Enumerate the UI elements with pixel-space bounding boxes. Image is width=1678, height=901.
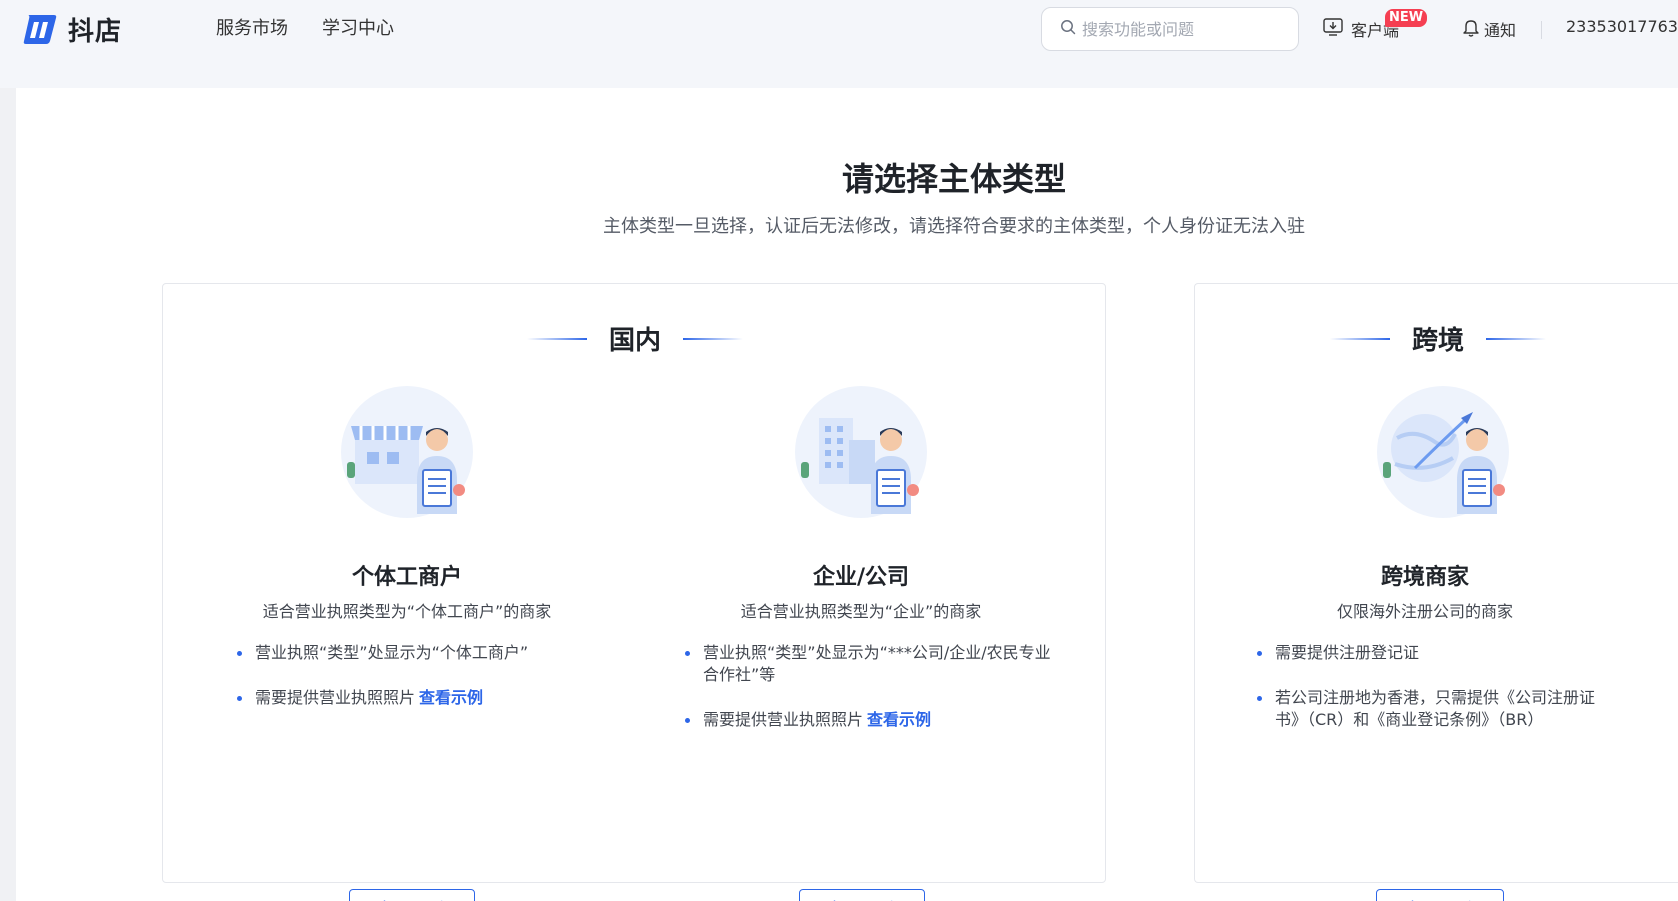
card-bullets: 营业执照“类型”处显示为“个体工商户” 需要提供营业执照照片 查看示例	[237, 642, 617, 732]
list-item: 需要提供营业执照照片 查看示例	[685, 709, 1057, 731]
main-content: 请选择主体类型 主体类型一旦选择，认证后无法修改，请选择符合要求的主体类型，个人…	[16, 88, 1678, 901]
heading-line-right	[1486, 337, 1547, 340]
card-title: 跨境商家	[1380, 565, 1469, 590]
download-icon	[1323, 18, 1343, 40]
notify-label: 通知	[1484, 21, 1517, 40]
domestic-heading-text: 国内	[609, 326, 662, 356]
search-box[interactable]	[1041, 7, 1299, 51]
card-title: 个体工商户	[351, 565, 462, 590]
nav-item-service-market[interactable]: 服务市场	[216, 16, 288, 42]
page-title: 请选择主体类型	[841, 160, 1066, 198]
card-title: 企业/公司	[812, 565, 910, 590]
card-subtitle: 仅限海外注册公司的商家	[1336, 602, 1513, 621]
view-example-link[interactable]: 查看示例	[867, 710, 931, 729]
list-item: 营业执照“类型”处显示为“***公司/企业/农民专业合作社”等	[685, 642, 1057, 686]
enter-button-individual[interactable]: 立即入驻	[349, 889, 475, 901]
domestic-heading: 国内	[527, 320, 744, 357]
top-bar: 抖店 服务市场 学习中心 客户端 NEW 通知 23353017763	[0, 0, 1678, 88]
heading-line-left	[527, 337, 587, 340]
page-subtitle: 主体类型一旦选择，认证后无法修改，请选择符合要求的主体类型，个人身份证无法入驻	[603, 216, 1305, 237]
left-gutter	[0, 0, 16, 901]
new-badge: NEW	[1385, 9, 1428, 27]
card-bullets: 营业执照“类型”处显示为“***公司/企业/农民专业合作社”等 需要提供营业执照…	[685, 642, 1057, 754]
nav-item-learning-center[interactable]: 学习中心	[322, 16, 394, 42]
heading-line-right	[683, 337, 744, 340]
account-id[interactable]: 23353017763	[1566, 17, 1678, 36]
card-bullets: 需要提供注册登记证 若公司注册地为香港，只需提供《公司注册证书》（CR）和《商业…	[1257, 642, 1627, 754]
cross-border-heading-text: 跨境	[1412, 326, 1465, 356]
enter-button-cross-border[interactable]: 立即入驻	[1376, 889, 1504, 901]
bell-icon	[1462, 18, 1480, 41]
client-download[interactable]: 客户端 NEW	[1323, 9, 1428, 41]
view-example-link[interactable]: 查看示例	[419, 688, 483, 707]
bullet-text: 需要提供营业执照照片	[703, 710, 864, 729]
top-nav: 服务市场 学习中心	[216, 16, 428, 42]
list-item: 需要提供注册登记证	[1257, 642, 1627, 664]
bullet-text: 需要提供营业执照照片	[255, 688, 416, 707]
enter-button-company[interactable]: 立即入驻	[799, 889, 925, 901]
search-input[interactable]	[1082, 19, 1282, 39]
doudian-logo-icon	[22, 11, 60, 47]
domestic-panel: 国内 个体工商户 适合营业执照类型为“个体工商户”的商家 营业执照“类型”处显示…	[162, 283, 1106, 901]
brand-name: 抖店	[68, 16, 123, 47]
notification-button[interactable]: 通知	[1462, 17, 1516, 41]
cross-border-heading: 跨境	[1330, 320, 1547, 357]
brand-logo[interactable]: 抖店	[22, 11, 122, 47]
building-icon	[793, 384, 929, 520]
card-subtitle: 适合营业执照类型为“个体工商户”的商家	[262, 602, 552, 621]
list-item: 营业执照“类型”处显示为“个体工商户”	[237, 642, 617, 664]
card-subtitle: 适合营业执照类型为“企业”的商家	[740, 602, 982, 621]
cross-border-panel: 跨境 跨境商家 仅限海外注册公司的商家 需要提供注册登记证 若公司注册地为香港，…	[1194, 283, 1678, 901]
list-item: 若公司注册地为香港，只需提供《公司注册证书》（CR）和《商业登记条例》（BR）	[1257, 687, 1627, 731]
search-icon	[1060, 19, 1076, 39]
heading-line-left	[1330, 337, 1390, 340]
globe-icon	[1375, 384, 1511, 520]
header-divider	[1541, 21, 1542, 39]
list-item: 需要提供营业执照照片 查看示例	[237, 687, 617, 709]
store-icon	[339, 384, 475, 520]
